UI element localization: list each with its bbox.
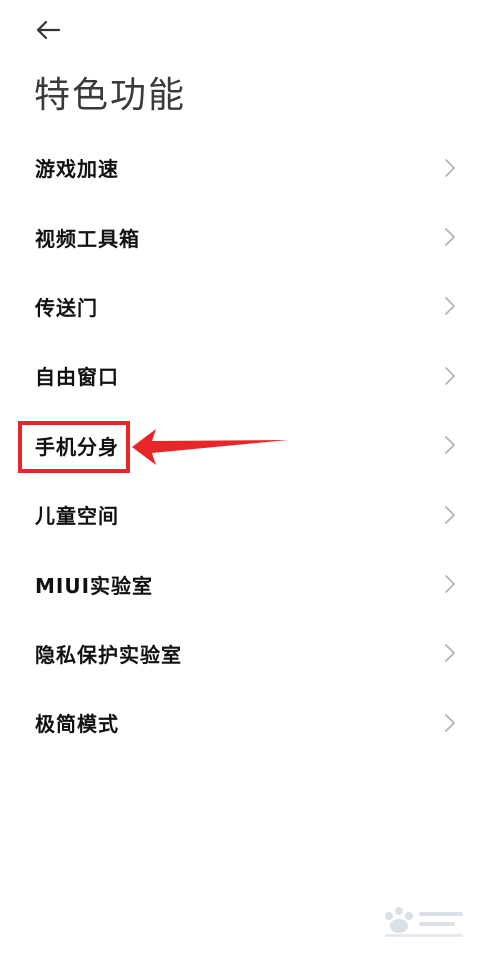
chevron-right-icon	[443, 642, 457, 664]
menu-item-video-toolbox[interactable]: 视频工具箱	[0, 202, 489, 271]
page-title: 特色功能	[34, 75, 187, 116]
watermark-logo-icon	[375, 902, 467, 942]
menu-item-label: 视频工具箱	[35, 226, 140, 251]
back-button[interactable]	[30, 14, 66, 46]
chevron-right-icon	[443, 157, 457, 179]
annotation-highlight-box	[18, 421, 130, 473]
menu-item-label: 儿童空间	[35, 504, 119, 529]
menu-item-label: MIUI实验室	[35, 573, 154, 598]
chevron-right-icon	[443, 712, 457, 734]
menu-item-label: 传送门	[35, 295, 98, 320]
chevron-right-icon	[443, 226, 457, 248]
menu-item-miui-lab[interactable]: MIUI实验室	[0, 549, 489, 618]
menu-item-privacy-lab[interactable]: 隐私保护实验室	[0, 619, 489, 688]
menu-item-label: 隐私保护实验室	[35, 642, 182, 667]
chevron-right-icon	[443, 434, 457, 456]
chevron-right-icon	[443, 365, 457, 387]
arrow-left-icon	[35, 20, 61, 40]
menu-item-minimal-mode[interactable]: 极简模式	[0, 688, 489, 757]
chevron-right-icon	[443, 295, 457, 317]
menu-item-free-window[interactable]: 自由窗口	[0, 341, 489, 410]
menu-item-portal[interactable]: 传送门	[0, 272, 489, 341]
chevron-right-icon	[443, 504, 457, 526]
menu-item-label: 极简模式	[35, 712, 119, 737]
menu-item-kids-space[interactable]: 儿童空间	[0, 480, 489, 549]
menu-item-label: 游戏加速	[35, 157, 119, 182]
annotation-arrow-icon	[128, 422, 290, 476]
menu-item-game-boost[interactable]: 游戏加速	[0, 133, 489, 202]
menu-item-label: 自由窗口	[35, 365, 119, 390]
chevron-right-icon	[443, 573, 457, 595]
